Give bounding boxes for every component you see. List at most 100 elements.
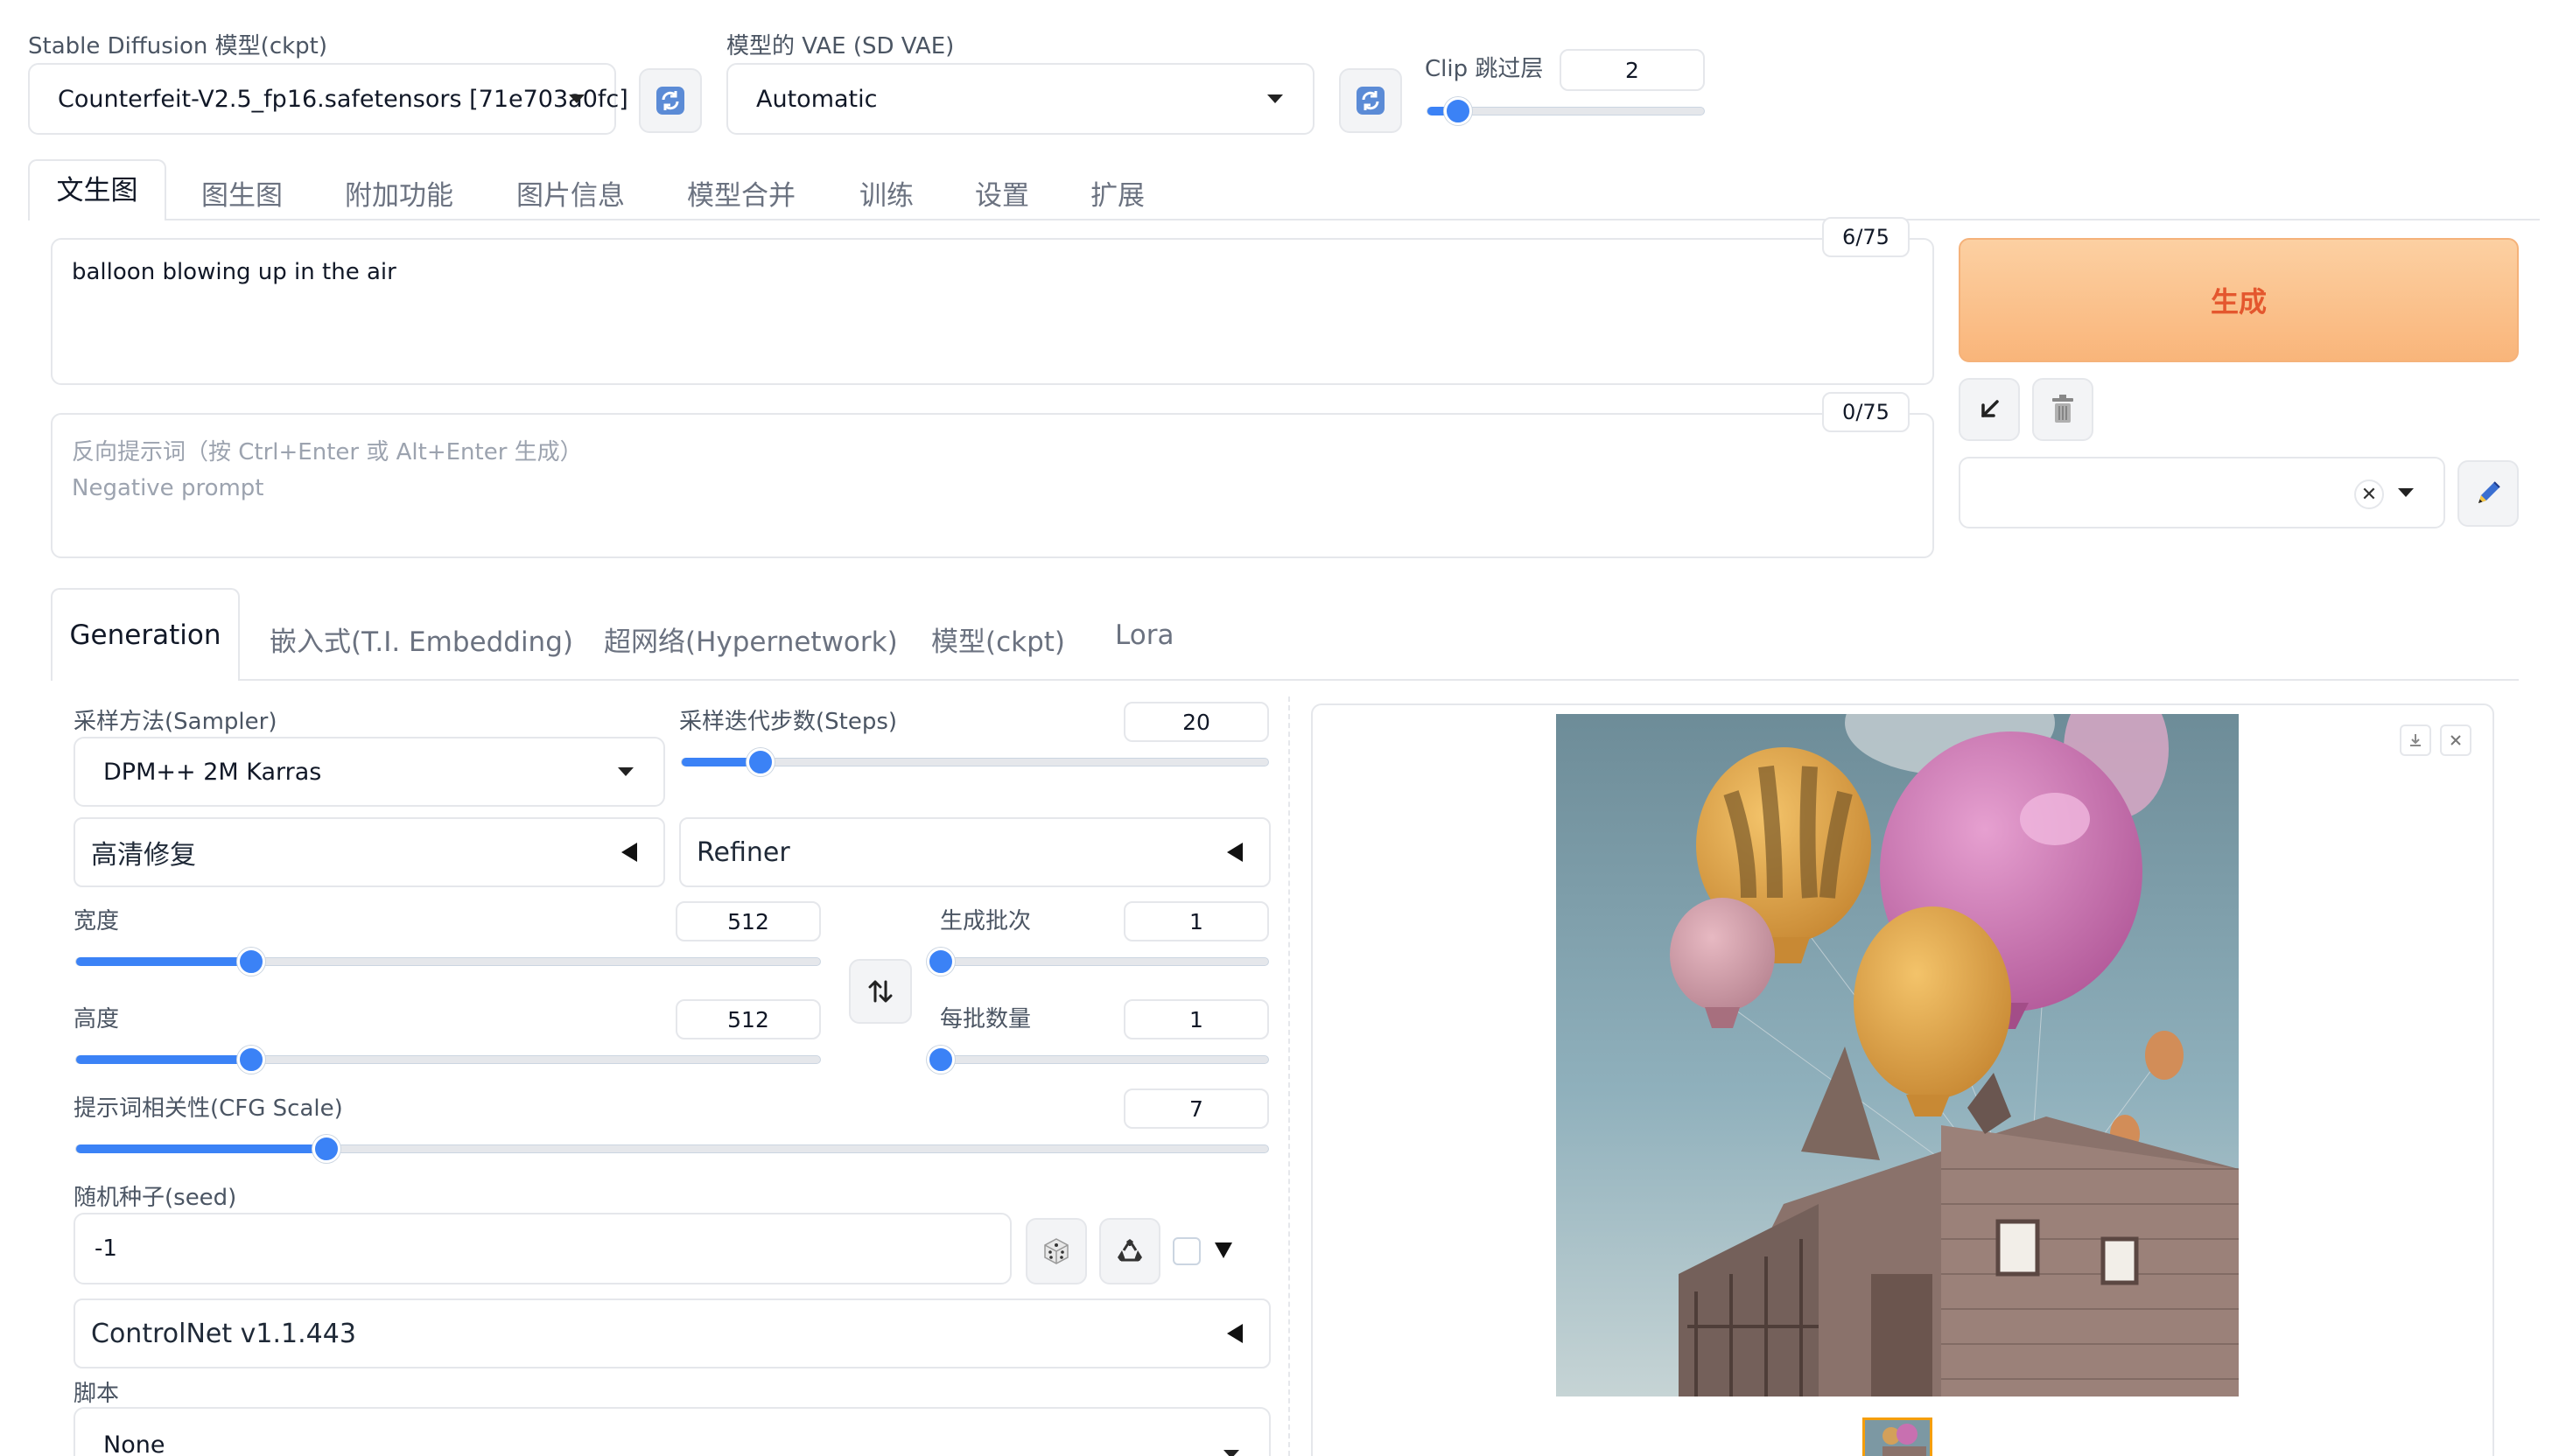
subtab-checkpoints[interactable]: 模型(ckpt)	[931, 620, 1065, 659]
batch-size-slider[interactable]	[927, 1046, 1269, 1074]
height-input[interactable]: 512	[676, 999, 821, 1040]
checkpoint-value: Counterfeit-V2.5_fp16.safetensors [71e70…	[58, 85, 628, 113]
styles-select[interactable]: ✕	[1959, 457, 2445, 528]
slider-thumb[interactable]	[312, 1135, 341, 1163]
batch-count-slider[interactable]	[927, 948, 1269, 976]
generated-image[interactable]	[1556, 714, 2239, 1396]
chevron-down-icon	[1223, 1450, 1239, 1456]
controlnet-accordion[interactable]: ControlNet v1.1.443	[74, 1298, 1271, 1368]
width-input[interactable]: 512	[676, 901, 821, 942]
vae-value: Automatic	[756, 85, 878, 113]
collapse-arrow-icon	[1227, 1324, 1243, 1343]
swap-icon	[868, 980, 893, 1003]
slider-thumb[interactable]	[236, 948, 265, 976]
clip-skip-input[interactable]: 2	[1560, 49, 1705, 91]
tab-extensions[interactable]: 扩展	[1090, 173, 1145, 213]
swap-dimensions-button[interactable]	[849, 959, 912, 1024]
script-select[interactable]: None	[74, 1407, 1271, 1456]
refresh-icon	[1357, 87, 1385, 115]
paste-params-button[interactable]	[1959, 378, 2020, 441]
slider-thumb[interactable]	[236, 1046, 265, 1074]
random-seed-button[interactable]	[1026, 1218, 1087, 1284]
clip-skip-slider[interactable]	[1427, 97, 1705, 125]
clip-skip-label: Clip 跳过层	[1425, 56, 1544, 82]
download-button[interactable]	[2400, 724, 2431, 756]
subtab-embedding[interactable]: 嵌入式(T.I. Embedding)	[270, 620, 573, 659]
slider-thumb[interactable]	[747, 748, 775, 776]
collapse-arrow-icon	[1227, 843, 1243, 862]
recycle-icon	[1118, 1239, 1142, 1262]
tab-checkpoint-merger[interactable]: 模型合并	[687, 173, 796, 213]
height-label: 高度	[74, 1006, 120, 1032]
checkpoint-select[interactable]: Counterfeit-V2.5_fp16.safetensors [71e70…	[28, 63, 628, 135]
panel-divider	[1288, 696, 1290, 1456]
batch-count-input[interactable]: 1	[1124, 901, 1269, 942]
slider-thumb[interactable]	[1443, 97, 1472, 125]
vae-label: 模型的 VAE (SD VAE)	[726, 33, 955, 60]
tab-img2img[interactable]: 图生图	[201, 173, 283, 213]
chevron-down-icon	[569, 94, 585, 103]
arrow-down-left-icon	[1981, 400, 1999, 417]
slider-thumb[interactable]	[927, 1046, 955, 1074]
steps-slider[interactable]	[681, 748, 1269, 776]
download-icon	[2410, 734, 2421, 746]
script-label: 脚本	[74, 1381, 120, 1407]
slider-thumb[interactable]	[927, 948, 955, 976]
hires-fix-label: 高清修复	[91, 840, 196, 871]
chevron-down-icon	[2398, 488, 2414, 497]
chevron-down-icon	[618, 767, 634, 776]
refresh-checkpoint-button[interactable]	[639, 68, 702, 133]
cfg-input[interactable]: 7	[1124, 1088, 1269, 1129]
subtab-hypernetwork[interactable]: 超网络(Hypernetwork)	[604, 620, 898, 659]
chevron-down-icon	[1267, 94, 1283, 103]
refresh-icon	[656, 87, 684, 115]
close-image-button[interactable]	[2440, 724, 2471, 756]
clear-prompt-button[interactable]	[2032, 378, 2093, 441]
batch-size-label: 每批数量	[940, 1006, 1032, 1032]
width-slider[interactable]	[75, 948, 821, 976]
extra-seed-checkbox[interactable]	[1173, 1237, 1201, 1265]
negative-token-counter: 0/75	[1822, 392, 1910, 432]
steps-label: 采样迭代步数(Steps)	[679, 709, 898, 735]
prompt-token-counter: 6/75	[1822, 217, 1910, 257]
sampler-label: 采样方法(Sampler)	[74, 709, 277, 735]
negative-prompt-textarea[interactable]: 反向提示词（按 Ctrl+Enter 或 Alt+Enter 生成） Negat…	[51, 413, 1934, 558]
trash-icon	[2052, 395, 2073, 423]
refresh-vae-button[interactable]	[1339, 68, 1402, 133]
hires-fix-accordion[interactable]: 高清修复	[74, 817, 665, 887]
batch-size-input[interactable]: 1	[1124, 999, 1269, 1040]
script-value: None	[103, 1432, 165, 1456]
generate-button[interactable]: 生成	[1959, 238, 2519, 362]
tab-settings[interactable]: 设置	[975, 173, 1029, 213]
seed-label: 随机种子(seed)	[74, 1185, 237, 1211]
subtab-lora[interactable]: Lora	[1115, 620, 1174, 651]
cfg-slider[interactable]	[75, 1135, 1269, 1163]
negative-placeholder-line1: 反向提示词（按 Ctrl+Enter 或 Alt+Enter 生成）	[72, 439, 583, 466]
seed-input[interactable]: -1	[74, 1213, 1012, 1284]
negative-placeholder-line2: Negative prompt	[72, 475, 264, 501]
height-slider[interactable]	[75, 1046, 821, 1074]
batch-count-label: 生成批次	[940, 908, 1032, 934]
tab-png-info[interactable]: 图片信息	[516, 173, 625, 213]
refiner-accordion[interactable]: Refiner	[679, 817, 1271, 887]
cfg-label: 提示词相关性(CFG Scale)	[74, 1096, 343, 1122]
pencil-icon	[2478, 481, 2500, 503]
extra-seed-toggle-icon[interactable]	[1215, 1242, 1232, 1258]
edit-styles-button[interactable]	[2457, 460, 2519, 527]
generate-label: 生成	[2210, 285, 2267, 318]
reuse-seed-button[interactable]	[1099, 1218, 1160, 1284]
steps-input[interactable]: 20	[1124, 702, 1269, 742]
tab-train[interactable]: 训练	[859, 173, 914, 213]
tab-extras[interactable]: 附加功能	[345, 173, 453, 213]
subtabs-divider	[51, 679, 2519, 681]
tab-txt2img[interactable]: 文生图	[28, 159, 166, 220]
subtab-generation[interactable]: Generation	[51, 588, 240, 681]
sampler-select[interactable]: DPM++ 2M Karras	[74, 737, 665, 807]
vae-select[interactable]: Automatic	[726, 63, 1315, 135]
refiner-label: Refiner	[697, 836, 790, 868]
gallery-thumbnail[interactable]	[1862, 1418, 1932, 1456]
prompt-textarea[interactable]: balloon blowing up in the air	[51, 238, 1934, 385]
tabs-divider	[28, 219, 2540, 220]
clear-styles-icon[interactable]: ✕	[2354, 480, 2384, 509]
prompt-text: balloon blowing up in the air	[72, 259, 396, 285]
